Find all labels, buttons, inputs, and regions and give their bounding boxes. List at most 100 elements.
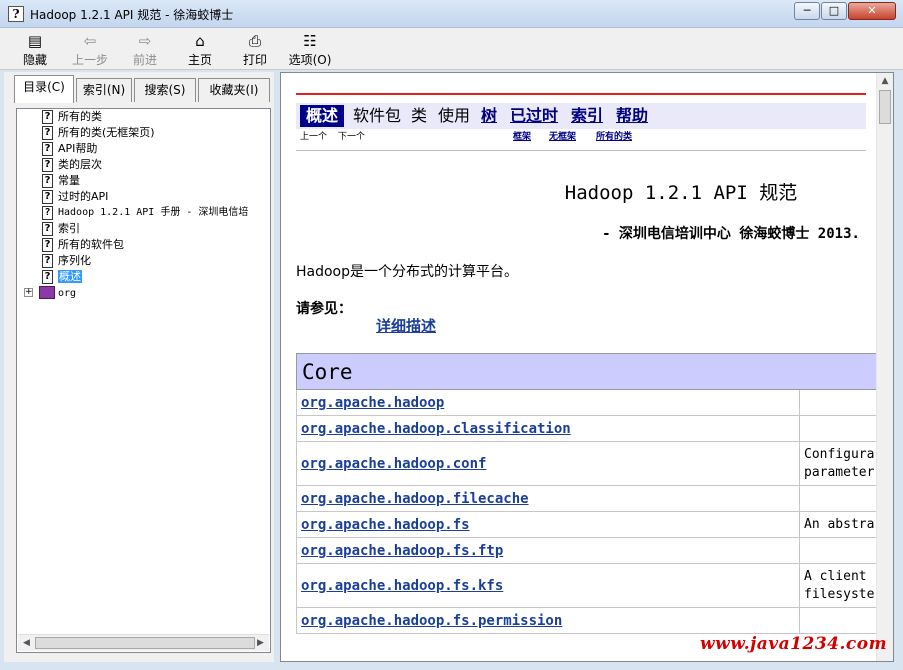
help-page-icon: ? <box>42 110 53 124</box>
help-page-icon: ? <box>42 222 53 236</box>
close-button[interactable]: ✕ <box>848 2 896 20</box>
tab-search[interactable]: 搜索(S) <box>134 78 196 102</box>
watermark-text: www.java1234.com <box>700 634 888 654</box>
scroll-thumb[interactable] <box>35 637 255 649</box>
divider <box>296 93 866 95</box>
document-pane: 概述 软件包 类 使用 树 已过时 索引 帮助 上一个 下一个 框架 无框架 所… <box>280 72 894 662</box>
home-icon: ⌂ <box>195 32 205 50</box>
tree-item[interactable]: ? 索引 <box>17 221 267 237</box>
package-description <box>799 607 877 634</box>
options-label: 选项(O) <box>288 53 332 67</box>
expand-plus-icon[interactable]: + <box>24 288 33 297</box>
help-page-icon: ? <box>42 270 53 284</box>
package-description: An abstra <box>799 511 877 538</box>
toolbar: ▤ 隐藏 ⇦ 上一步 ⇨ 前进 ⌂ 主页 ⎙ 打印 ☷ 选项(O) <box>0 28 903 70</box>
tree-item[interactable]: ? 过时的API <box>17 189 267 205</box>
scroll-up-icon[interactable]: ▲ <box>877 73 893 89</box>
package-link[interactable]: org.apache.hadoop.classification <box>296 415 800 442</box>
help-page-icon: ? <box>42 206 53 220</box>
nav-package: 软件包 <box>353 106 402 125</box>
tree-item[interactable]: ? API帮助 <box>17 141 267 157</box>
allclasses-link[interactable]: 所有的类 <box>596 131 632 143</box>
home-label: 主页 <box>187 53 212 67</box>
tree-item[interactable]: ? 所有的类(无框架页) <box>17 125 267 141</box>
nav-help-link[interactable]: 帮助 <box>616 105 648 127</box>
noframes-link[interactable]: 无框架 <box>549 131 576 143</box>
package-link[interactable]: org.apache.hadoop.fs <box>296 511 800 538</box>
help-page-icon: ? <box>42 126 53 140</box>
print-button[interactable]: ⎙ 打印 <box>231 32 279 68</box>
tree-item[interactable]: ? 所有的软件包 <box>17 237 267 253</box>
tab-index[interactable]: 索引(N) <box>76 78 132 102</box>
table-row: org.apache.hadoop.conf Configura paramet… <box>296 441 877 486</box>
forward-label: 前进 <box>132 53 157 67</box>
tree-item-selected[interactable]: ? 概述 <box>17 269 267 285</box>
nav-index-link[interactable]: 索引 <box>571 105 603 127</box>
tree-item-org[interactable]: + org <box>17 285 267 301</box>
table-header: Core <box>296 353 877 390</box>
forward-button[interactable]: ⇨ 前进 <box>121 32 169 68</box>
nav-tree-link[interactable]: 树 <box>481 105 497 127</box>
package-description: A client filesyste <box>799 563 877 608</box>
help-page-icon: ? <box>42 142 53 156</box>
package-link[interactable]: org.apache.hadoop.fs.permission <box>296 607 800 634</box>
table-row: org.apache.hadoop <box>296 389 877 416</box>
divider <box>296 150 866 151</box>
maximize-button[interactable]: □ <box>821 2 847 20</box>
tab-contents[interactable]: 目录(C) <box>14 75 74 103</box>
package-link[interactable]: org.apache.hadoop.filecache <box>296 485 800 512</box>
package-link[interactable]: org.apache.hadoop.fs.ftp <box>296 537 800 564</box>
table-row: org.apache.hadoop.fs An abstra <box>296 511 877 538</box>
table-row: org.apache.hadoop.classification <box>296 415 877 442</box>
nav-overview: 概述 <box>300 105 345 127</box>
package-description <box>799 389 877 416</box>
help-book-icon: ? <box>8 6 24 22</box>
table-row: org.apache.hadoop.filecache <box>296 485 877 512</box>
tree-item[interactable]: ? 所有的类 <box>17 109 267 125</box>
options-button[interactable]: ☷ 选项(O) <box>286 32 334 68</box>
options-icon: ☷ <box>303 32 317 50</box>
help-page-icon: ? <box>42 158 53 172</box>
subnav-next: 下一个 <box>338 132 366 142</box>
page-subtitle: - 深圳电信培训中心 徐海蛟博士 2013. <box>602 226 860 242</box>
hide-button[interactable]: ▤ 隐藏 <box>11 32 59 68</box>
help-page-icon: ? <box>42 190 53 204</box>
navigation-pane: 目录(C) 索引(N) 搜索(S) 收藏夹(I) ? 所有的类 ? 所有的类(无框架… <box>4 72 274 662</box>
home-button[interactable]: ⌂ 主页 <box>176 32 224 68</box>
description-text: Hadoop是一个分布式的计算平台。 <box>296 264 519 280</box>
package-description <box>799 415 877 442</box>
document-content: 概述 软件包 类 使用 树 已过时 索引 帮助 上一个 下一个 框架 无框架 所… <box>281 73 877 661</box>
frames-link[interactable]: 框架 <box>513 131 531 143</box>
scroll-left-icon[interactable]: ◀ <box>18 635 35 651</box>
print-label: 打印 <box>242 53 267 67</box>
window-title: Hadoop 1.2.1 API 规范 - 徐海蛟博士 <box>30 8 234 22</box>
tree-item[interactable]: ? Hadoop 1.2.1 API 手册 - 深圳电信培 <box>17 205 267 221</box>
contents-tree: ? 所有的类 ? 所有的类(无框架页) ? API帮助 ? 类的层次 ? 常量 ? 过时的A… <box>16 108 271 653</box>
hide-pane-icon: ▤ <box>27 32 43 50</box>
help-page-icon: ? <box>42 174 53 188</box>
tree-item[interactable]: ? 序列化 <box>17 253 267 269</box>
minimize-button[interactable]: ─ <box>794 2 820 20</box>
tree-item[interactable]: ? 类的层次 <box>17 157 267 173</box>
vertical-scrollbar[interactable]: ▲ <box>876 73 893 661</box>
help-page-icon: ? <box>42 238 53 252</box>
nav-deprecated-link[interactable]: 已过时 <box>510 105 558 127</box>
table-row: org.apache.hadoop.fs.permission <box>296 607 877 634</box>
tab-favorites[interactable]: 收藏夹(I) <box>198 78 270 102</box>
nav-use: 使用 <box>438 106 471 125</box>
scroll-thumb[interactable] <box>879 90 891 124</box>
title-bar: ? Hadoop 1.2.1 API 规范 - 徐海蛟博士 ─ □ ✕ <box>0 0 903 28</box>
detail-description-link[interactable]: 详细描述 <box>376 315 436 336</box>
back-button[interactable]: ⇦ 上一步 <box>66 32 114 68</box>
package-table: Core org.apache.hadoop org.apache.hadoop… <box>296 353 877 634</box>
horizontal-scrollbar[interactable]: ◀ ▶ <box>18 634 269 651</box>
package-link[interactable]: org.apache.hadoop.fs.kfs <box>296 563 800 608</box>
tree-item[interactable]: ? 常量 <box>17 173 267 189</box>
package-link[interactable]: org.apache.hadoop <box>296 389 800 416</box>
package-link[interactable]: org.apache.hadoop.conf <box>296 441 800 486</box>
scroll-right-icon[interactable]: ▶ <box>252 635 269 651</box>
package-description <box>799 537 877 564</box>
nav-class: 类 <box>411 106 428 125</box>
package-description: Configura parameter <box>799 441 877 486</box>
table-row: org.apache.hadoop.fs.ftp <box>296 537 877 564</box>
